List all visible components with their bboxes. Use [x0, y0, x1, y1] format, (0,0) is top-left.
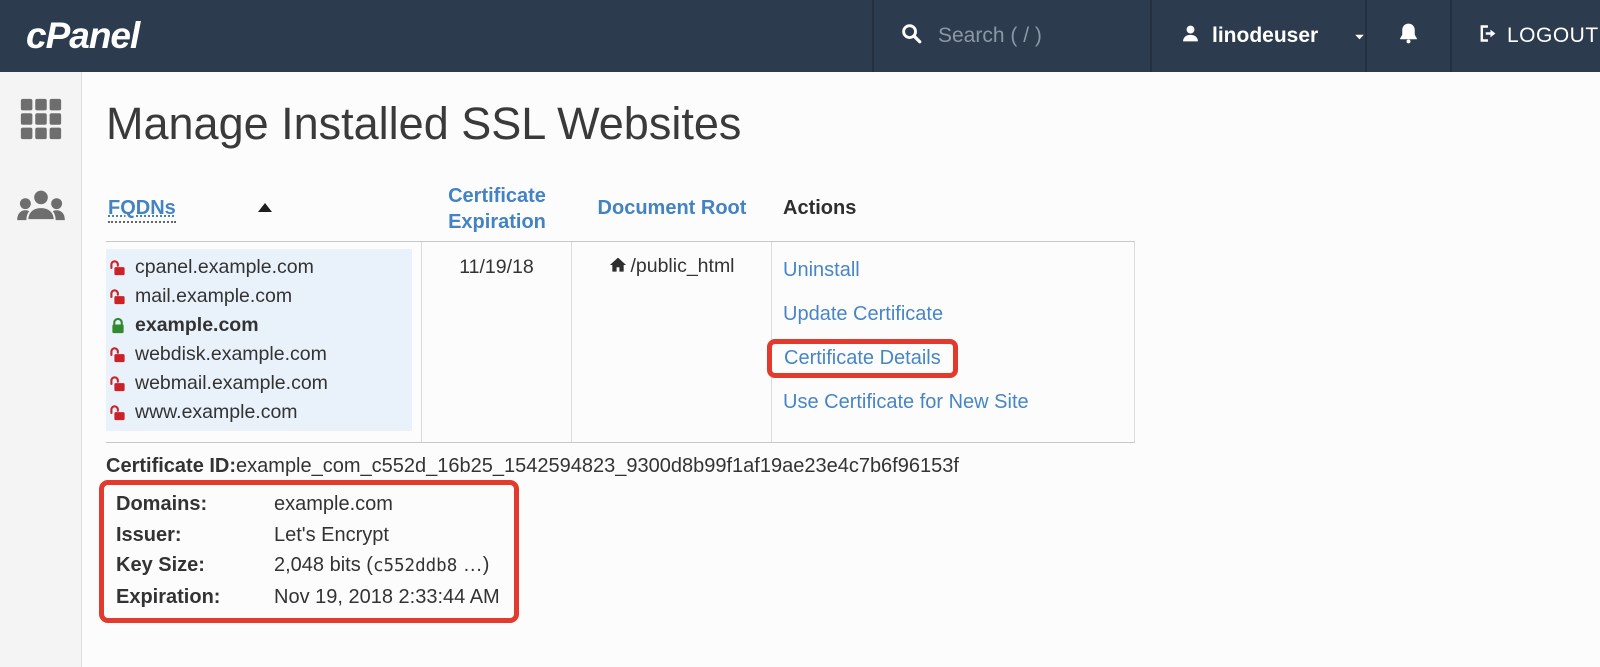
detail-label: Domains: [116, 489, 274, 520]
home-icon [608, 255, 628, 281]
actions-cell: Uninstall Update Certificate Certificate D… [772, 242, 1135, 442]
notifications-button[interactable] [1365, 0, 1450, 72]
detail-row: Expiration:Nov 19, 2018 2:33:44 AM [116, 582, 500, 613]
lock-open-icon [109, 346, 127, 364]
logout-button[interactable]: LOGOUT [1450, 0, 1600, 72]
action-link-certificate-details[interactable]: Certificate Details [784, 347, 941, 370]
table-row: cpanel.example.com mail.example.com exampl… [106, 242, 1135, 443]
sidebar-home-button[interactable] [18, 96, 64, 147]
search-icon [900, 22, 923, 50]
fqdn-item: webdisk.example.com [109, 340, 406, 369]
detail-value: Nov 19, 2018 2:33:44 AM [274, 582, 500, 613]
ssl-table: FQDNs Certificate Expiration Document Ro… [106, 176, 1135, 443]
fqdn-item: www.example.com [109, 398, 406, 427]
action-row: Use Certificate for New Site [783, 380, 1134, 424]
main-content: Manage Installed SSL Websites FQDNs Cert… [82, 72, 1600, 667]
fqdns-header-link[interactable]: FQDNs [108, 197, 176, 223]
grid-icon [18, 96, 64, 147]
fqdns-cell: cpanel.example.com mail.example.com exampl… [106, 242, 422, 442]
lock-open-icon [109, 259, 127, 277]
fqdn-item: mail.example.com [109, 282, 406, 311]
logout-icon [1477, 23, 1498, 50]
user-menu[interactable]: linodeuser [1150, 0, 1365, 72]
column-header-fqdns: FQDNs [106, 197, 422, 220]
bell-icon [1396, 21, 1421, 51]
topbar-spacer [139, 0, 872, 72]
column-header-certificate-expiration[interactable]: Certificate Expiration [422, 183, 572, 235]
certificate-expiration-cell: 11/19/18 [422, 242, 572, 442]
key-fingerprint-mono: c552ddb8 [373, 556, 457, 576]
topbar: cPanel Search ( / ) linodeuser LOGOUT [0, 0, 1600, 72]
action-row: Uninstall [783, 248, 1134, 292]
detail-label: Issuer: [116, 520, 274, 551]
annotation-box-certificate-info: Domains:example.comIssuer:Let's EncryptK… [99, 480, 519, 623]
action-link-update-certificate[interactable]: Update Certificate [783, 303, 943, 326]
detail-label: Key Size: [116, 550, 274, 582]
lock-open-icon [109, 375, 127, 393]
fqdn-domain-label: example.com [135, 314, 259, 337]
detail-row: Issuer:Let's Encrypt [116, 520, 500, 551]
user-icon [1180, 23, 1201, 49]
document-root-cell: /public_html [572, 242, 772, 442]
column-header-document-root[interactable]: Document Root [572, 197, 772, 220]
document-root-path: /public_html [630, 255, 734, 278]
column-header-actions: Actions [772, 197, 1135, 220]
sidebar-users-button[interactable] [16, 187, 66, 230]
fqdn-domain-label: cpanel.example.com [135, 256, 314, 279]
fqdn-domain-label: www.example.com [135, 401, 298, 424]
action-row: Update Certificate [783, 292, 1134, 336]
sort-ascending-icon[interactable] [258, 203, 272, 212]
action-link-use-certificate-for-new-site[interactable]: Use Certificate for New Site [783, 391, 1029, 414]
detail-value: example.com [274, 489, 393, 520]
certificate-id-line: Certificate ID:example_com_c552d_16b25_1… [106, 455, 1600, 478]
page-title: Manage Installed SSL Websites [106, 98, 1600, 150]
lock-open-icon [109, 404, 127, 422]
fqdn-domain-label: webdisk.example.com [135, 343, 327, 366]
username-label: linodeuser [1212, 24, 1318, 48]
logout-label: LOGOUT [1507, 24, 1599, 48]
table-header-row: FQDNs Certificate Expiration Document Ro… [106, 176, 1135, 242]
annotation-box-certificate-details: Certificate Details [767, 339, 958, 378]
cpanel-logo[interactable]: cPanel [26, 15, 139, 57]
fqdn-item: cpanel.example.com [109, 253, 406, 282]
detail-value: Let's Encrypt [274, 520, 389, 551]
users-icon [16, 187, 66, 230]
fqdn-item: webmail.example.com [109, 369, 406, 398]
detail-row: Key Size:2,048 bits (c552ddb8 …) [116, 550, 500, 582]
detail-value: 2,048 bits (c552ddb8 …) [274, 550, 489, 582]
sidebar [0, 72, 82, 667]
fqdn-domain-label: webmail.example.com [135, 372, 328, 395]
detail-label: Expiration: [116, 582, 274, 613]
certificate-id-value: example_com_c552d_16b25_1542594823_9300d… [236, 455, 959, 477]
action-row: Certificate Details [783, 336, 1134, 380]
search-input[interactable]: Search ( / ) [872, 0, 1150, 72]
fqdn-item: example.com [109, 311, 406, 340]
fqdn-domain-label: mail.example.com [135, 285, 292, 308]
lock-closed-icon [109, 317, 127, 335]
search-placeholder: Search ( / ) [938, 24, 1042, 48]
action-link-uninstall[interactable]: Uninstall [783, 259, 860, 282]
detail-row: Domains:example.com [116, 489, 500, 520]
fqdn-list: cpanel.example.com mail.example.com exampl… [106, 249, 412, 431]
lock-open-icon [109, 288, 127, 306]
certificate-id-label: Certificate ID: [106, 455, 236, 477]
cert-detail-rows: Domains:example.comIssuer:Let's EncryptK… [116, 489, 500, 612]
